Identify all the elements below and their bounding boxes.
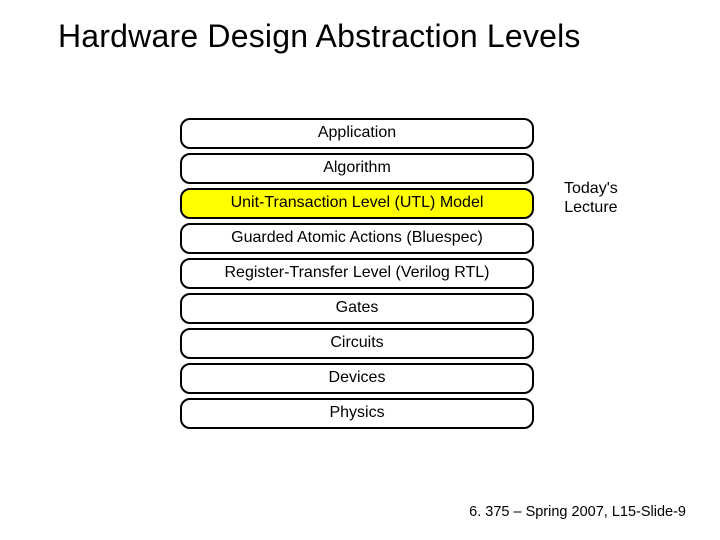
level-devices: Devices: [180, 363, 534, 394]
level-gates: Gates: [180, 293, 534, 324]
level-circuits: Circuits: [180, 328, 534, 359]
level-physics: Physics: [180, 398, 534, 429]
slide-footer: 6. 375 – Spring 2007, L15-Slide-9: [469, 504, 686, 520]
annotation-line1: Today's: [564, 180, 618, 199]
abstraction-stack: Application Algorithm Unit-Transaction L…: [180, 118, 534, 429]
todays-lecture-annotation: Today's Lecture: [564, 180, 618, 218]
annotation-line2: Lecture: [564, 199, 618, 218]
level-rtl: Register-Transfer Level (Verilog RTL): [180, 258, 534, 289]
level-gaa: Guarded Atomic Actions (Bluespec): [180, 223, 534, 254]
level-application: Application: [180, 118, 534, 149]
level-algorithm: Algorithm: [180, 153, 534, 184]
slide-title: Hardware Design Abstraction Levels: [0, 0, 720, 55]
level-utl: Unit-Transaction Level (UTL) Model: [180, 188, 534, 219]
